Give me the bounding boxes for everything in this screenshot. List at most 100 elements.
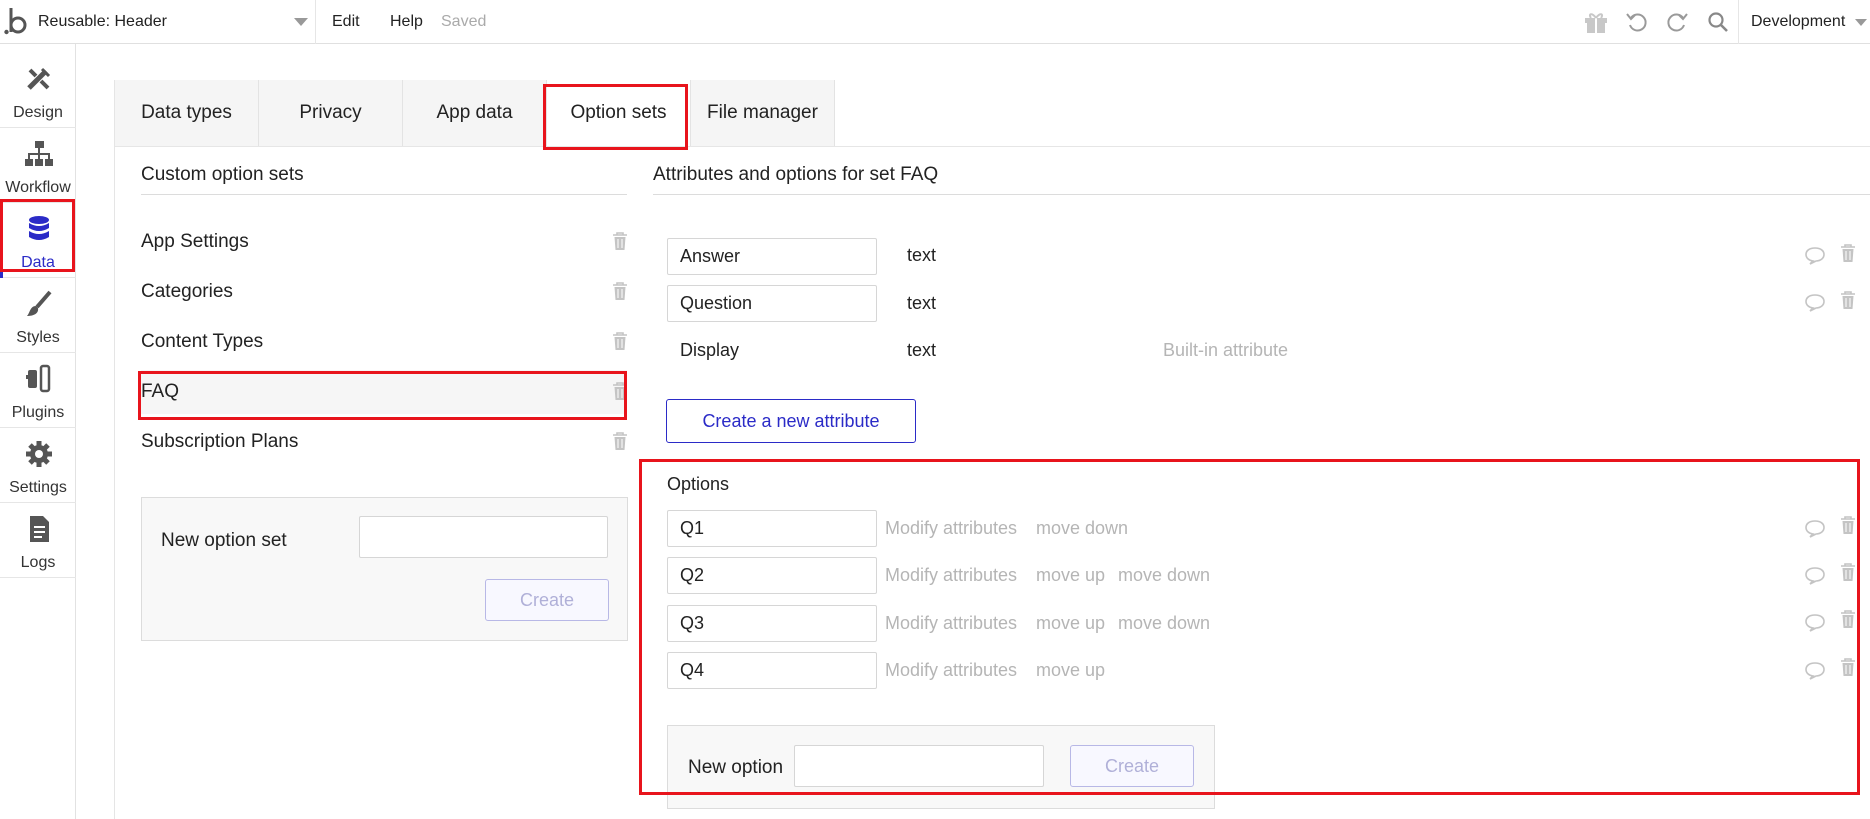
option-name-field[interactable]: Q1 [667,510,877,547]
sidebar-item-label: Design [13,104,63,121]
trash-icon[interactable] [1839,290,1857,310]
tab-label: Data types [141,102,232,123]
left-sidebar: Design Workflow Data Styles Plugins Sett… [0,44,76,819]
new-option-panel: New option Create [667,725,1215,809]
sidebar-item-logs[interactable]: Logs [0,504,76,578]
sidebar-item-settings[interactable]: Settings [0,429,76,503]
option-name-field[interactable]: Q4 [667,652,877,689]
modify-attributes-link[interactable]: Modify attributes [885,518,1017,539]
trash-icon[interactable] [1839,243,1857,263]
environment-label: Development [1751,13,1846,30]
database-icon [29,216,49,240]
option-name-field[interactable]: Q3 [667,605,877,642]
modify-attributes-link[interactable]: Modify attributes [885,565,1017,586]
comment-icon[interactable] [1804,565,1826,585]
sidebar-item-label: Data [21,254,55,271]
option-set-row[interactable]: Content Types [141,320,627,364]
move-down-link[interactable]: move down [1118,565,1210,586]
trash-icon[interactable] [1839,657,1857,677]
divider [141,194,627,195]
sidebar-item-workflow[interactable]: Workflow [0,129,76,203]
sidebar-item-design[interactable]: Design [0,54,76,128]
new-option-set-label: New option set [161,530,287,551]
move-up-link[interactable]: move up [1036,613,1105,634]
page-name: Reusable: Header [38,13,167,30]
option-set-row[interactable]: Categories [141,270,627,314]
comment-icon[interactable] [1804,612,1826,632]
trash-icon[interactable] [611,331,629,351]
trash-icon[interactable] [611,281,629,301]
undo-icon[interactable] [1622,8,1652,36]
plug-icon [26,364,51,393]
option-set-name: Content Types [141,331,264,352]
option-set-name: App Settings [141,231,249,252]
help-menu[interactable]: Help [390,13,423,31]
option-set-name: Categories [141,281,233,302]
builtin-attribute-note: Built-in attribute [1163,340,1289,360]
sidebar-item-data[interactable]: Data [0,204,76,278]
option-set-row-selected[interactable]: FAQ [141,370,627,414]
trash-icon[interactable] [611,231,629,251]
option-set-name: Subscription Plans [141,431,299,452]
tab-app-data[interactable]: App data [403,80,547,146]
tab-label: Option sets [570,102,667,123]
move-down-link[interactable]: move down [1118,613,1210,634]
save-status: Saved [441,13,487,30]
brush-icon [27,290,52,316]
gear-icon [26,441,52,467]
move-up-link[interactable]: move up [1036,565,1105,586]
modify-attributes-link[interactable]: Modify attributes [885,613,1017,634]
attribute-type[interactable]: text [907,293,936,314]
create-option-button[interactable]: Create [1070,745,1194,787]
comment-icon[interactable] [1804,245,1826,265]
option-sets-title: Custom option sets [141,164,304,185]
comment-icon[interactable] [1804,660,1826,680]
trash-icon[interactable] [1839,562,1857,582]
option-name-field[interactable]: Q2 [667,557,877,594]
sidebar-item-label: Workflow [5,179,71,196]
attribute-name-field[interactable]: Answer [667,238,877,275]
tab-label: App data [436,102,513,123]
modify-attributes-link[interactable]: Modify attributes [885,660,1017,681]
trash-icon[interactable] [611,431,629,451]
move-down-link[interactable]: move down [1036,518,1128,539]
trash-icon[interactable] [611,381,629,401]
edit-menu[interactable]: Edit [332,13,360,31]
tab-option-sets[interactable]: Option sets [547,80,691,146]
options-title: Options [667,474,730,494]
sidebar-item-styles[interactable]: Styles [0,279,76,353]
option-set-row[interactable]: App Settings [141,220,627,264]
search-icon[interactable] [1703,8,1733,36]
document-icon [30,516,49,542]
new-option-input[interactable] [794,745,1044,787]
sidebar-item-plugins[interactable]: Plugins [0,354,76,428]
sidebar-item-label: Logs [20,554,56,571]
comment-icon[interactable] [1804,292,1826,312]
tab-privacy[interactable]: Privacy [259,80,403,146]
new-option-set-panel: New option set Create [141,497,628,641]
page-selector[interactable]: Reusable: Header [38,0,316,44]
attribute-name-field[interactable]: Question [667,285,877,322]
comment-icon[interactable] [1804,518,1826,538]
sidebar-item-label: Styles [16,329,60,346]
create-option-set-button[interactable]: Create [485,579,609,621]
chevron-down-icon [294,18,308,26]
divider [653,194,1870,195]
bubble-logo-icon[interactable] [4,6,28,36]
sidebar-item-label: Plugins [11,404,65,421]
move-up-link[interactable]: move up [1036,660,1105,681]
redo-icon[interactable] [1662,8,1692,36]
option-set-row[interactable]: Subscription Plans [141,420,627,464]
new-option-set-input[interactable] [359,516,608,558]
gift-icon[interactable] [1581,8,1611,36]
attribute-type[interactable]: text [907,245,936,266]
workflow-icon [25,141,53,166]
tab-file-manager[interactable]: File manager [691,80,835,146]
chevron-down-icon [1855,19,1867,26]
trash-icon[interactable] [1839,515,1857,535]
environment-selector[interactable]: Development [1738,0,1870,44]
main-panel: Data types Privacy App data Option sets … [114,80,1870,819]
tab-data-types[interactable]: Data types [115,80,259,146]
trash-icon[interactable] [1839,609,1857,629]
create-attribute-button[interactable]: Create a new attribute [666,399,916,443]
